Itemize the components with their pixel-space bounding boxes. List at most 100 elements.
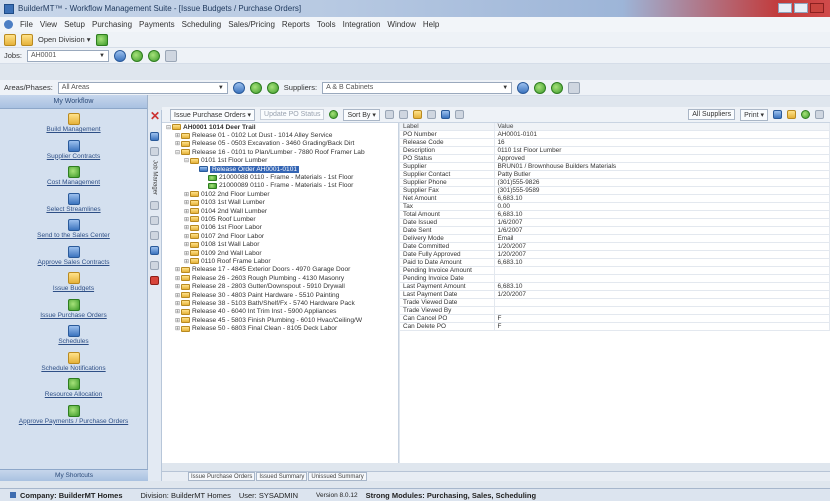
app-menu-icon[interactable]: [4, 20, 13, 29]
copy-icon[interactable]: [398, 110, 408, 119]
tree-node[interactable]: ⊞ Release 17 - 4845 Exterior Doors - 4970…: [162, 266, 398, 274]
menu-file[interactable]: File: [20, 20, 33, 29]
help-icon[interactable]: [773, 110, 782, 119]
expand-icon[interactable]: ⊞: [174, 317, 181, 324]
table-row[interactable]: Supplier Contact Patty Butler: [400, 170, 830, 180]
expand-icon[interactable]: ⊞: [174, 283, 181, 290]
close-panel-icon[interactable]: ✕: [149, 110, 161, 122]
expand-icon[interactable]: ⊞: [174, 300, 181, 307]
alert-icon[interactable]: [150, 276, 159, 286]
table-row[interactable]: Paid to Date Amount 6,683.10: [400, 258, 830, 268]
tab-issued-summary[interactable]: Issued Summary: [256, 472, 308, 481]
collapse-icon[interactable]: ⊟: [165, 124, 172, 131]
table-row[interactable]: Last Payment Amount 6,683.10: [400, 282, 830, 292]
expand-icon[interactable]: ⊞: [174, 275, 181, 282]
save-icon[interactable]: [787, 110, 796, 119]
tree-node[interactable]: ⊞ Release 30 - 4803 Paint Hardware - 5510…: [162, 291, 398, 299]
sort-by-button[interactable]: Sort By ▾: [343, 108, 380, 121]
nav-item-schedules[interactable]: Schedules: [0, 325, 147, 352]
table-row[interactable]: Pending Invoice Amount: [400, 266, 830, 276]
refresh-icon[interactable]: [384, 110, 394, 119]
approve-icon[interactable]: [801, 110, 810, 119]
open-division-icon[interactable]: [21, 33, 33, 46]
collapse-icon[interactable]: ⊟: [183, 157, 190, 164]
minimize-button[interactable]: [778, 3, 792, 13]
table-row[interactable]: Pending Invoice Date: [400, 274, 830, 284]
tree-node[interactable]: 21000089 0110 - Frame - Materials - 1st …: [162, 182, 398, 190]
go-icon[interactable]: [534, 81, 547, 94]
update-po-status-button[interactable]: Update PO Status: [260, 109, 325, 120]
expand-icon[interactable]: ⊞: [183, 224, 190, 231]
document-icon[interactable]: [150, 201, 159, 211]
table-row[interactable]: Release Code 16: [400, 138, 830, 148]
email-icon[interactable]: [426, 110, 436, 119]
calendar-icon[interactable]: [150, 216, 159, 226]
link-icon[interactable]: [454, 110, 464, 119]
table-row[interactable]: Trade Viewed By: [400, 306, 830, 316]
back-icon[interactable]: [113, 49, 126, 62]
filter-icon[interactable]: [568, 81, 581, 94]
filter-icon[interactable]: [164, 49, 177, 62]
back-icon[interactable]: [232, 81, 245, 94]
expand-icon[interactable]: ⊞: [174, 140, 181, 147]
all-suppliers-button[interactable]: All Suppliers: [688, 109, 736, 120]
tree-node[interactable]: Release Order AH0001-0101: [162, 165, 398, 173]
tree-node[interactable]: ⊞ 0108 1st Wall Labor: [162, 240, 398, 248]
settings-icon[interactable]: [150, 261, 159, 271]
collapse-icon[interactable]: ⊟: [174, 149, 181, 156]
menu-payments[interactable]: Payments: [139, 20, 175, 29]
folder-icon[interactable]: [4, 33, 16, 46]
jobs-combo[interactable]: AH0001 ▼: [26, 49, 109, 62]
tree-node[interactable]: ⊞ 0105 Roof Lumber: [162, 215, 398, 223]
table-row[interactable]: Date Sent 1/6/2007: [400, 226, 830, 236]
refresh-icon[interactable]: [95, 33, 108, 46]
check-icon[interactable]: [329, 110, 339, 119]
export-icon[interactable]: [440, 110, 450, 119]
expand-icon[interactable]: ⊞: [183, 216, 190, 223]
menu-reports[interactable]: Reports: [282, 20, 310, 29]
table-row[interactable]: PO Number AH0001-0101: [400, 130, 830, 140]
job-icon[interactable]: [150, 132, 159, 141]
table-row[interactable]: Tax 0.00: [400, 202, 830, 212]
tab-unissued-summary[interactable]: Unissued Summary: [308, 472, 367, 481]
column-header[interactable]: Value: [494, 123, 830, 132]
tree-node[interactable]: ⊟ Release 16 - 0101 to Plan/Lumber - 7880…: [162, 148, 398, 156]
menu-window[interactable]: Window: [387, 20, 415, 29]
expand-icon[interactable]: ⊞: [183, 258, 190, 265]
expand-icon[interactable]: ⊞: [174, 292, 181, 299]
table-row[interactable]: Date Issued 1/6/2007: [400, 218, 830, 228]
nav-item-select-streamlines[interactable]: Select Streamlines: [0, 192, 147, 220]
tab-issue-purchase-orders[interactable]: Issue Purchase Orders: [188, 472, 256, 481]
table-row[interactable]: Delivery Mode Email: [400, 234, 830, 244]
tree-node[interactable]: ⊟ AH0001 1014 Deer Trail: [162, 123, 398, 131]
list-icon[interactable]: [150, 147, 159, 156]
table-row[interactable]: Total Amount 6,683.10: [400, 210, 830, 220]
tree-node[interactable]: ⊞ 0104 2nd Wall Lumber: [162, 207, 398, 215]
page-icon[interactable]: [150, 231, 159, 241]
nav-item-cost-management[interactable]: Cost Management: [0, 166, 147, 193]
tree-node[interactable]: ⊞ Release 01 - 0102 Lot Dust - 1014 Alley…: [162, 131, 398, 139]
tree-node[interactable]: ⊞ 0107 2nd Floor Labor: [162, 232, 398, 240]
forward-icon[interactable]: [147, 49, 160, 62]
table-row[interactable]: Supplier BRUN01 / Brownhouse Builders Mat…: [400, 162, 830, 172]
tree-node[interactable]: ⊞ Release 50 - 6803 Final Clean - 8105 De…: [162, 324, 398, 332]
back-icon[interactable]: [517, 81, 530, 94]
expand-icon[interactable]: ⊞: [183, 208, 190, 215]
open-division-button[interactable]: Open Division ▾: [38, 35, 91, 44]
tree-node[interactable]: ⊞ 0109 2nd Wall Labor: [162, 249, 398, 257]
folder-icon[interactable]: [412, 110, 422, 119]
column-header[interactable]: Label: [400, 123, 495, 132]
table-row[interactable]: Net Amount 6,683.10: [400, 194, 830, 204]
table-row[interactable]: Trade Viewed Date: [400, 298, 830, 308]
expand-icon[interactable]: ⊞: [183, 191, 190, 198]
expand-icon[interactable]: ⊞: [174, 132, 181, 139]
tree-node[interactable]: 21000088 0110 - Frame - Materials - 1st …: [162, 173, 398, 181]
tree-node[interactable]: ⊞ Release 38 - 5103 Bath/Shelf/Fx - 5740 …: [162, 299, 398, 307]
close-button[interactable]: [810, 3, 824, 13]
nav-item-approve-payments-purchase-orders[interactable]: Approve Payments / Purchase Orders: [0, 404, 147, 432]
menu-help[interactable]: Help: [423, 20, 439, 29]
nav-item-supplier-contracts[interactable]: Supplier Contracts: [0, 139, 147, 167]
table-row[interactable]: Can Delete PO F: [400, 322, 830, 332]
table-row[interactable]: PO Status Approved: [400, 154, 830, 164]
menu-view[interactable]: View: [40, 20, 57, 29]
